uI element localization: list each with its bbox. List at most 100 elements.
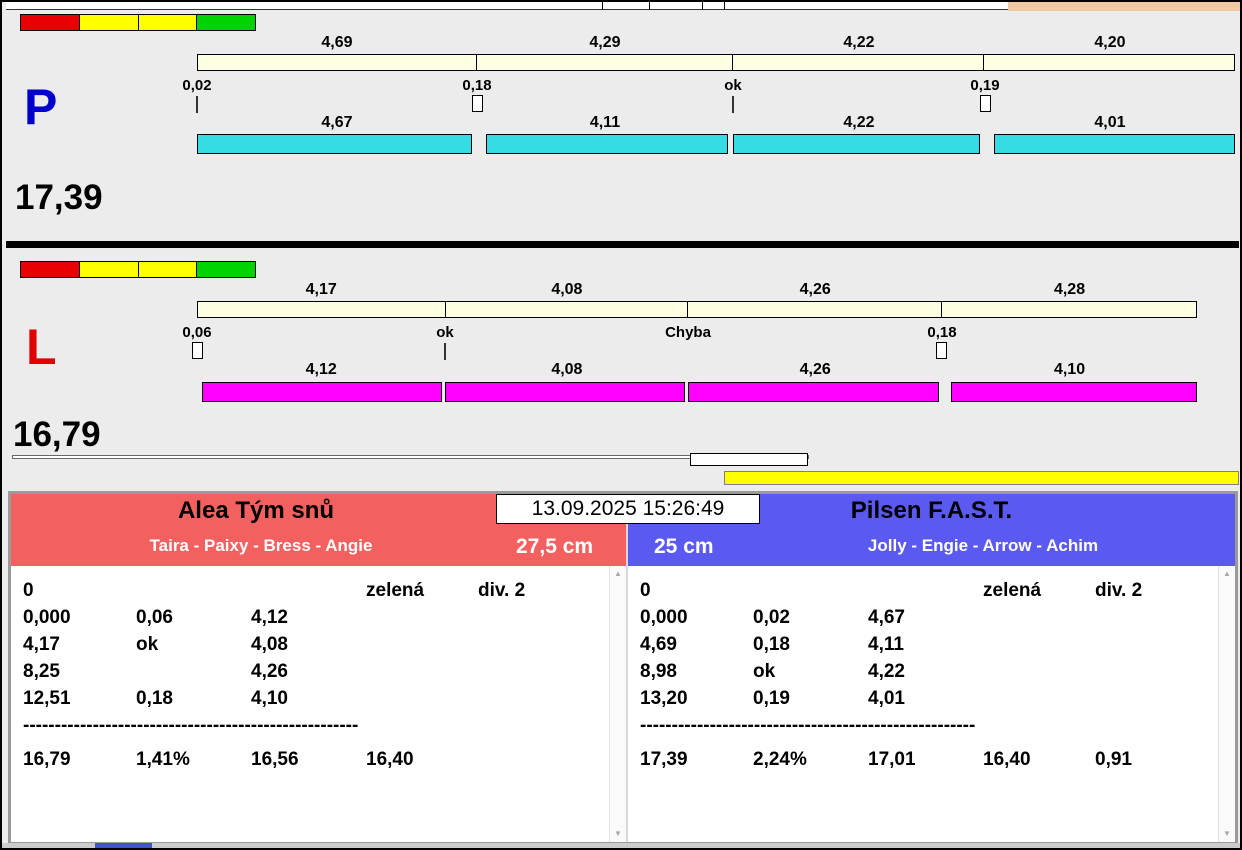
clean-time: 4,67 [197, 114, 477, 132]
left-team-results-area[interactable]: 0zelenádiv. 2 0,0000,064,12 4,17ok4,08 8… [11, 566, 626, 842]
taskbar-item[interactable] [95, 843, 152, 848]
split-bar-segment [942, 302, 1196, 317]
marker-label: Chyba [656, 324, 720, 341]
traffic-light-red-cell [20, 14, 80, 31]
cell [868, 580, 983, 607]
cell: 0,02 [753, 607, 868, 634]
cell: 16,79 [23, 749, 136, 776]
cell [983, 688, 1095, 715]
scroll-up-icon[interactable]: ▲ [610, 566, 626, 582]
bar-slot [197, 134, 477, 154]
cell [366, 634, 478, 661]
result-row: 8,98ok4,22 [640, 661, 1235, 688]
bar-slot [942, 382, 1197, 402]
cell: ok [136, 634, 251, 661]
bottom-taskbar-sliver [2, 843, 1240, 848]
scroll-down-icon[interactable]: ▼ [1219, 826, 1235, 842]
split-time: 4,28 [942, 281, 1197, 299]
split-times-row-left-lane: 4,17 4,08 4,26 4,28 [197, 281, 1197, 299]
marker-label: 0,19 [953, 77, 1017, 94]
traffic-light-yellow-cell [138, 261, 198, 278]
scroll-down-icon[interactable]: ▼ [610, 826, 626, 842]
marker-tick-box [936, 342, 947, 359]
dog-time-bar [994, 134, 1235, 154]
top-strip-tick [724, 2, 725, 10]
cell: 0 [23, 580, 136, 607]
cell: 4,22 [868, 661, 983, 688]
cell [1095, 688, 1235, 715]
top-strip-tick [702, 2, 703, 10]
marker-label: 0,06 [165, 324, 229, 341]
right-team-jump-height: 25 cm [654, 535, 714, 559]
split-bar-left-lane [197, 301, 1197, 318]
right-team-results-area[interactable]: 0zelenádiv. 2 0,0000,024,67 4,690,184,11… [628, 566, 1235, 842]
cell: 4,01 [868, 688, 983, 715]
results-panel: Alea Tým snů Taira - Paixy - Bress - Ang… [8, 491, 1238, 845]
split-time: 4,08 [445, 281, 688, 299]
cell [366, 661, 478, 688]
cell: 0,91 [1095, 749, 1235, 776]
dog-time-bar [197, 134, 472, 154]
split-time: 4,22 [733, 34, 985, 52]
cell: 13,20 [640, 688, 753, 715]
scroll-up-icon[interactable]: ▲ [1219, 566, 1235, 582]
result-separator: ----------------------------------------… [23, 715, 626, 742]
cell: div. 2 [1095, 580, 1235, 607]
split-time: 4,26 [688, 281, 942, 299]
cell: 0,19 [753, 688, 868, 715]
cell: 17,01 [868, 749, 983, 776]
clean-time: 4,26 [688, 361, 942, 379]
cell [478, 634, 626, 661]
traffic-light-right-lane [20, 14, 256, 31]
split-time: 4,29 [477, 34, 733, 52]
cell: 8,25 [23, 661, 136, 688]
left-team-name: Alea Tým snů [11, 497, 501, 525]
result-row: 12,510,184,10 [23, 688, 626, 715]
clean-time: 4,08 [445, 361, 688, 379]
cell [983, 634, 1095, 661]
scrollbar[interactable]: ▲ ▼ [1218, 566, 1235, 842]
marker-label: 0,18 [910, 324, 974, 341]
dog-time-bar [445, 382, 685, 402]
cell: 4,08 [251, 634, 366, 661]
cell: 16,40 [366, 749, 478, 776]
cell: 12,51 [23, 688, 136, 715]
desktop-background-sliver [1008, 2, 1240, 11]
marker-tick-box [192, 342, 203, 359]
result-row: 0zelenádiv. 2 [640, 580, 1235, 607]
cell: 8,98 [640, 661, 753, 688]
result-row: 0,0000,024,67 [640, 607, 1235, 634]
result-separator: ----------------------------------------… [640, 715, 1235, 742]
marker-tick-line [732, 96, 734, 113]
cell [983, 607, 1095, 634]
cell: 0 [640, 580, 753, 607]
result-row: 4,690,184,11 [640, 634, 1235, 661]
cell [478, 749, 626, 776]
datetime-display: 13.09.2025 15:26:49 [496, 494, 760, 524]
traffic-light-yellow-cell [138, 14, 198, 31]
cell: 4,26 [251, 661, 366, 688]
split-bar-right-lane [197, 54, 1235, 71]
cell: div. 2 [478, 580, 626, 607]
marker-tick-line [196, 96, 198, 113]
result-row: 13,200,194,01 [640, 688, 1235, 715]
lane-total-right: 17,39 [15, 178, 103, 218]
clean-time: 4,11 [477, 114, 733, 132]
bar-slot [477, 134, 733, 154]
cell: 2,24% [753, 749, 868, 776]
clean-time: 4,12 [197, 361, 445, 379]
left-team-lineup: Taira - Paixy - Bress - Angie [11, 536, 511, 556]
split-time: 4,17 [197, 281, 445, 299]
marker-label: ok [413, 324, 477, 341]
cell: 17,39 [640, 749, 753, 776]
cell: 16,40 [983, 749, 1095, 776]
split-bar-segment [688, 302, 941, 317]
cell [753, 580, 868, 607]
cell: 4,17 [23, 634, 136, 661]
dog-time-bar [733, 134, 980, 154]
marker-tick-box [472, 95, 483, 112]
bar-slot [197, 382, 445, 402]
right-team-lineup: Jolly - Engie - Arrow - Achim [733, 536, 1233, 556]
result-row: 0zelenádiv. 2 [23, 580, 626, 607]
scrollbar[interactable]: ▲ ▼ [609, 566, 626, 842]
